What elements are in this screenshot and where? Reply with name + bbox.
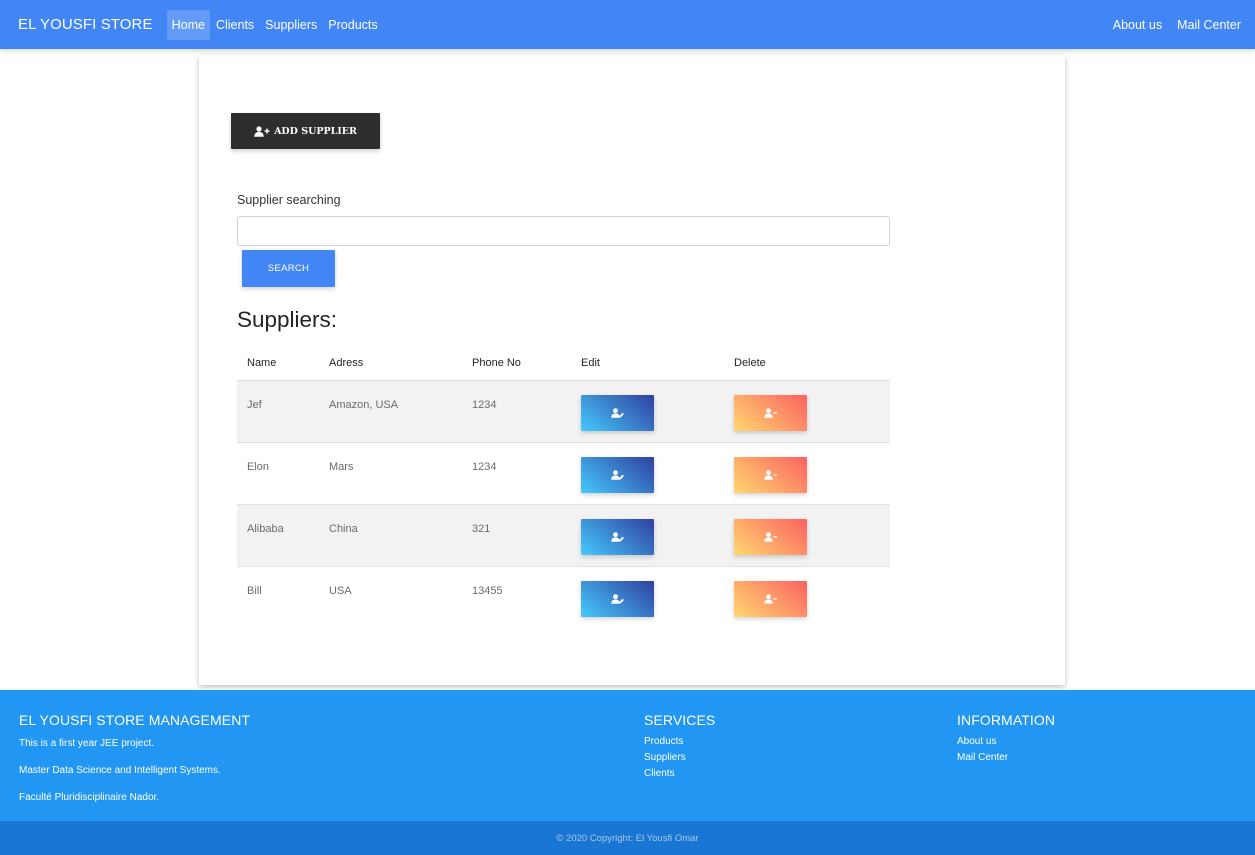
brand-logo-text[interactable]: EL YOUSFI STORE bbox=[18, 16, 153, 33]
delete-supplier-button[interactable] bbox=[734, 519, 807, 555]
top-navbar: EL YOUSFI STORE Home Clients Suppliers P… bbox=[0, 0, 1255, 49]
cell-edit bbox=[581, 381, 734, 431]
footer-link-suppliers[interactable]: Suppliers bbox=[644, 750, 715, 766]
footer-about-line: Faculté Pluridisciplinaire Nador. bbox=[19, 792, 160, 803]
cell-name: Bill bbox=[247, 585, 262, 597]
nav-link-mail-center[interactable]: Mail Center bbox=[1172, 10, 1246, 40]
edit-supplier-button[interactable] bbox=[581, 457, 654, 493]
nav-link-products[interactable]: Products bbox=[323, 10, 382, 40]
column-header-address: Adress bbox=[329, 356, 364, 369]
cell-delete bbox=[734, 567, 884, 617]
add-supplier-button[interactable]: ADD SUPPLIER bbox=[231, 113, 380, 149]
cell-edit bbox=[581, 567, 734, 617]
cell-address: Amazon, USA bbox=[329, 399, 399, 411]
table-row: Bill USA 13455 bbox=[237, 567, 890, 629]
cell-edit bbox=[581, 505, 734, 555]
user-plus-icon bbox=[254, 125, 270, 137]
footer-about-column: EL YOUSFI STORE MANAGEMENT This is a fir… bbox=[19, 712, 250, 818]
supplier-search-input[interactable] bbox=[237, 216, 890, 246]
cell-edit bbox=[581, 443, 734, 493]
search-label: Supplier searching bbox=[237, 193, 341, 207]
nav-link-about-us[interactable]: About us bbox=[1108, 10, 1167, 40]
user-edit-icon bbox=[611, 532, 624, 542]
footer-services-column: SERVICES Products Suppliers Clients bbox=[644, 712, 715, 782]
user-minus-icon bbox=[764, 532, 777, 542]
table-row: Jef Amazon, USA 1234 bbox=[237, 381, 890, 443]
edit-supplier-button[interactable] bbox=[581, 395, 654, 431]
nav-link-suppliers[interactable]: Suppliers bbox=[260, 10, 322, 40]
footer-link-products[interactable]: Products bbox=[644, 734, 715, 750]
footer-information-title: INFORMATION bbox=[957, 712, 1056, 728]
user-edit-icon bbox=[611, 594, 624, 604]
cell-phone: 1234 bbox=[472, 399, 497, 411]
add-supplier-label: ADD SUPPLIER bbox=[274, 125, 357, 137]
cell-name: Elon bbox=[247, 461, 270, 473]
footer-about-line: Master Data Science and Intelligent Syst… bbox=[19, 765, 221, 776]
column-header-name: Name bbox=[247, 356, 277, 369]
user-minus-icon bbox=[764, 408, 777, 418]
column-header-phone: Phone No bbox=[472, 356, 521, 369]
footer-information-column: INFORMATION About us Mail Center bbox=[957, 712, 1055, 766]
delete-supplier-button[interactable] bbox=[734, 395, 807, 431]
nav-link-clients[interactable]: Clients bbox=[211, 10, 259, 40]
cell-name: Alibaba bbox=[247, 523, 284, 535]
cell-phone: 321 bbox=[472, 523, 491, 535]
cell-delete bbox=[734, 381, 884, 431]
cell-phone: 13455 bbox=[472, 585, 503, 597]
suppliers-heading: Suppliers: bbox=[237, 307, 338, 332]
edit-supplier-button[interactable] bbox=[581, 581, 654, 617]
footer-about-title: EL YOUSFI STORE MANAGEMENT bbox=[19, 712, 251, 728]
suppliers-card: ADD SUPPLIER Supplier searching SEARCH S… bbox=[199, 55, 1065, 685]
column-header-delete: Delete bbox=[734, 356, 766, 369]
cell-address: Mars bbox=[329, 461, 354, 473]
footer-services-title: SERVICES bbox=[644, 712, 716, 728]
cell-phone: 1234 bbox=[472, 461, 497, 473]
user-edit-icon bbox=[611, 408, 624, 418]
table-row: Alibaba China 321 bbox=[237, 505, 890, 567]
user-edit-icon bbox=[611, 470, 624, 480]
footer-link-about-us[interactable]: About us bbox=[957, 734, 1055, 750]
delete-supplier-button[interactable] bbox=[734, 581, 807, 617]
footer-link-clients[interactable]: Clients bbox=[644, 766, 715, 782]
footer-link-mail-center[interactable]: Mail Center bbox=[957, 750, 1055, 766]
footer-about-line: This is a first year JEE project. bbox=[19, 738, 155, 749]
cell-address: China bbox=[329, 523, 358, 535]
cell-name: Jef bbox=[247, 399, 262, 411]
delete-supplier-button[interactable] bbox=[734, 457, 807, 493]
column-header-edit: Edit bbox=[581, 356, 600, 369]
nav-right-group: About us Mail Center bbox=[1104, 10, 1247, 40]
edit-supplier-button[interactable] bbox=[581, 519, 654, 555]
user-minus-icon bbox=[764, 470, 777, 480]
cell-delete bbox=[734, 443, 884, 493]
table-header-row: Name Adress Phone No Edit Delete bbox=[237, 345, 890, 381]
copyright-bar: © 2020 Copyright: El Yousfi Omar bbox=[0, 821, 1255, 855]
cell-address: USA bbox=[329, 585, 352, 597]
suppliers-table: Name Adress Phone No Edit Delete Jef Ama… bbox=[237, 345, 890, 629]
cell-delete bbox=[734, 505, 884, 555]
page-footer: EL YOUSFI STORE MANAGEMENT This is a fir… bbox=[0, 690, 1255, 821]
nav-link-home[interactable]: Home bbox=[166, 9, 210, 40]
user-minus-icon bbox=[764, 594, 777, 604]
search-button[interactable]: SEARCH bbox=[242, 250, 335, 287]
table-row: Elon Mars 1234 bbox=[237, 443, 890, 505]
